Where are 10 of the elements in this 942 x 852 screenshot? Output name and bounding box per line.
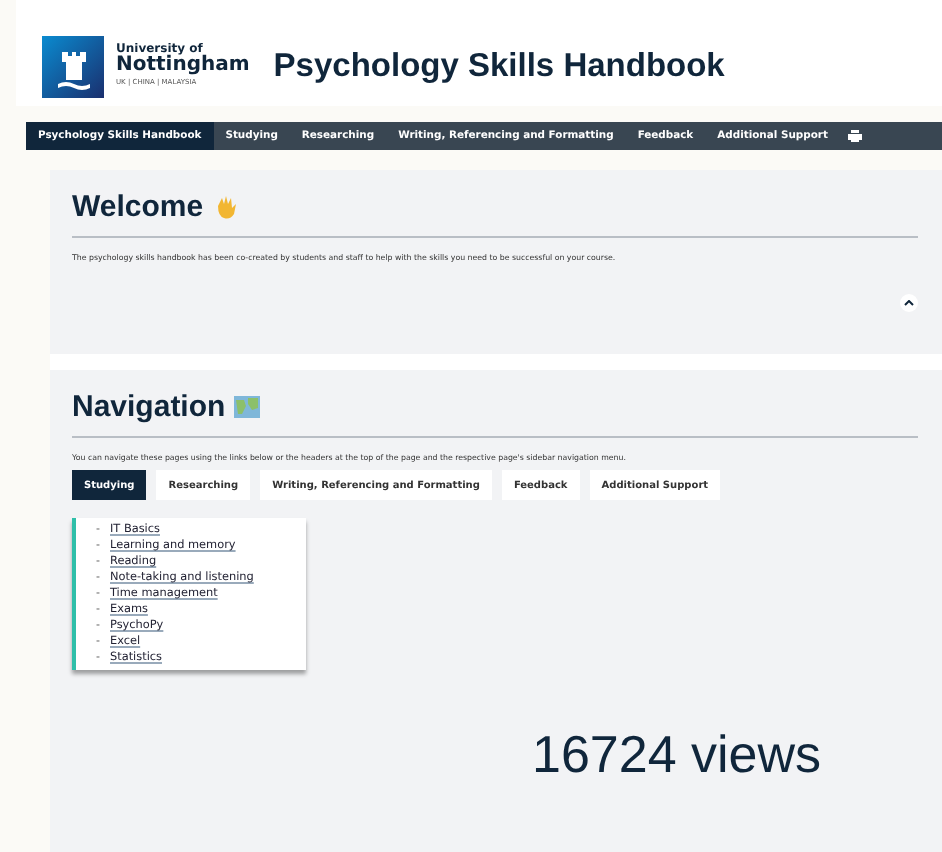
chevron-up-icon (904, 300, 914, 306)
section-heading: Welcome (72, 190, 204, 224)
print-icon[interactable] (847, 130, 862, 142)
section-heading: Navigation (72, 390, 226, 424)
view-count: 16724 views (532, 724, 822, 786)
map-icon (233, 396, 260, 418)
collapse-button[interactable] (900, 294, 918, 312)
logo-text: Nottingham (116, 56, 250, 77)
university-logo-icon (42, 35, 104, 97)
site-title: Psychology Skills Handbook (273, 47, 725, 85)
